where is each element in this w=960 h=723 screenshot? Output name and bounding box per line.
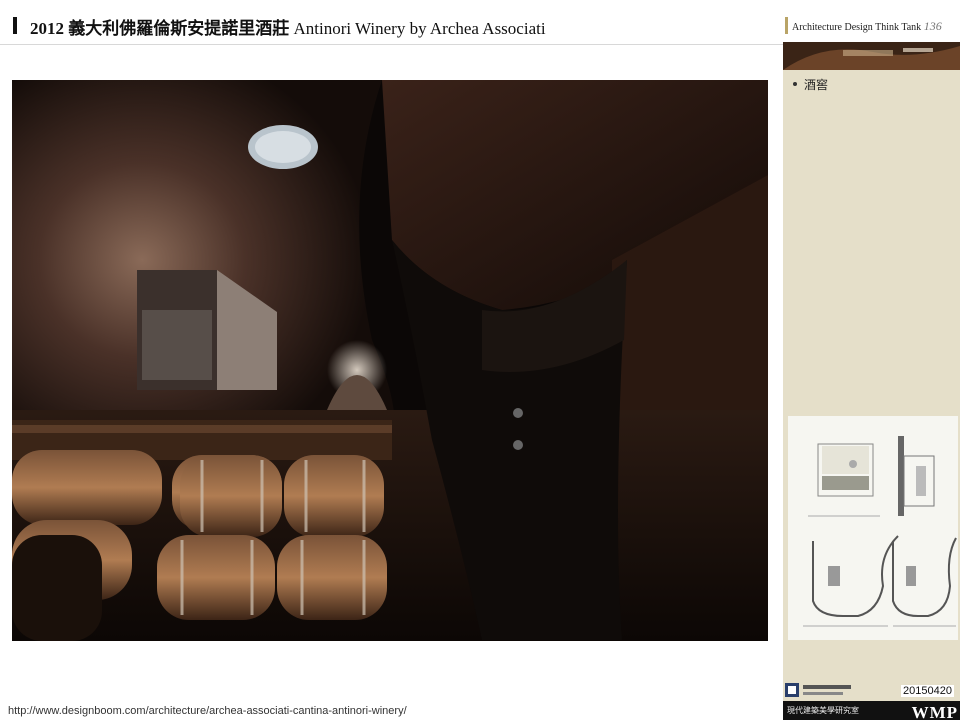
thumbnail-illustration bbox=[783, 42, 960, 70]
title-cjk: 義大利佛羅倫斯安提諾里酒莊 bbox=[68, 19, 290, 38]
cellar-photo bbox=[12, 80, 768, 641]
header-thumbnail bbox=[783, 42, 960, 70]
footer-band-text: 現代建築美學研究室 bbox=[787, 706, 859, 715]
wmp-logo: WMP bbox=[911, 703, 958, 722]
title-english: Antinori Winery by Archea Associati bbox=[293, 19, 546, 38]
brand-label: Architecture Design Think Tank 136 bbox=[792, 19, 942, 34]
bullet-icon bbox=[793, 81, 797, 86]
section-drawing-illustration bbox=[788, 416, 958, 640]
section-drawing bbox=[788, 416, 958, 640]
footer-band: 現代建築美學研究室 WMP bbox=[783, 701, 960, 722]
brand-header: Architecture Design Think Tank 136 bbox=[783, 0, 960, 42]
page-title: 2012 義大利佛羅倫斯安提諾里酒莊 Antinori Winery by Ar… bbox=[30, 14, 546, 39]
page-number: 136 bbox=[923, 19, 942, 33]
source-url: http://www.designboom.com/architecture/a… bbox=[8, 705, 407, 717]
title-marker bbox=[13, 17, 17, 34]
brand-marker bbox=[785, 17, 788, 34]
cellar-illustration bbox=[12, 80, 768, 641]
bullet-label: 酒窖 bbox=[804, 78, 829, 92]
date-label: 20150420 bbox=[901, 685, 954, 697]
title-bar: 2012 義大利佛羅倫斯安提諾里酒莊 Antinori Winery by Ar… bbox=[0, 0, 783, 45]
bullet-item: 酒窖 bbox=[793, 76, 828, 93]
institute-logo-icon bbox=[785, 683, 851, 697]
brand-name: Architecture Design Think Tank bbox=[792, 22, 922, 33]
sidebar: Architecture Design Think Tank 136 酒窖 20… bbox=[783, 0, 960, 722]
institute-logo bbox=[785, 682, 855, 698]
title-year: 2012 bbox=[30, 19, 64, 38]
